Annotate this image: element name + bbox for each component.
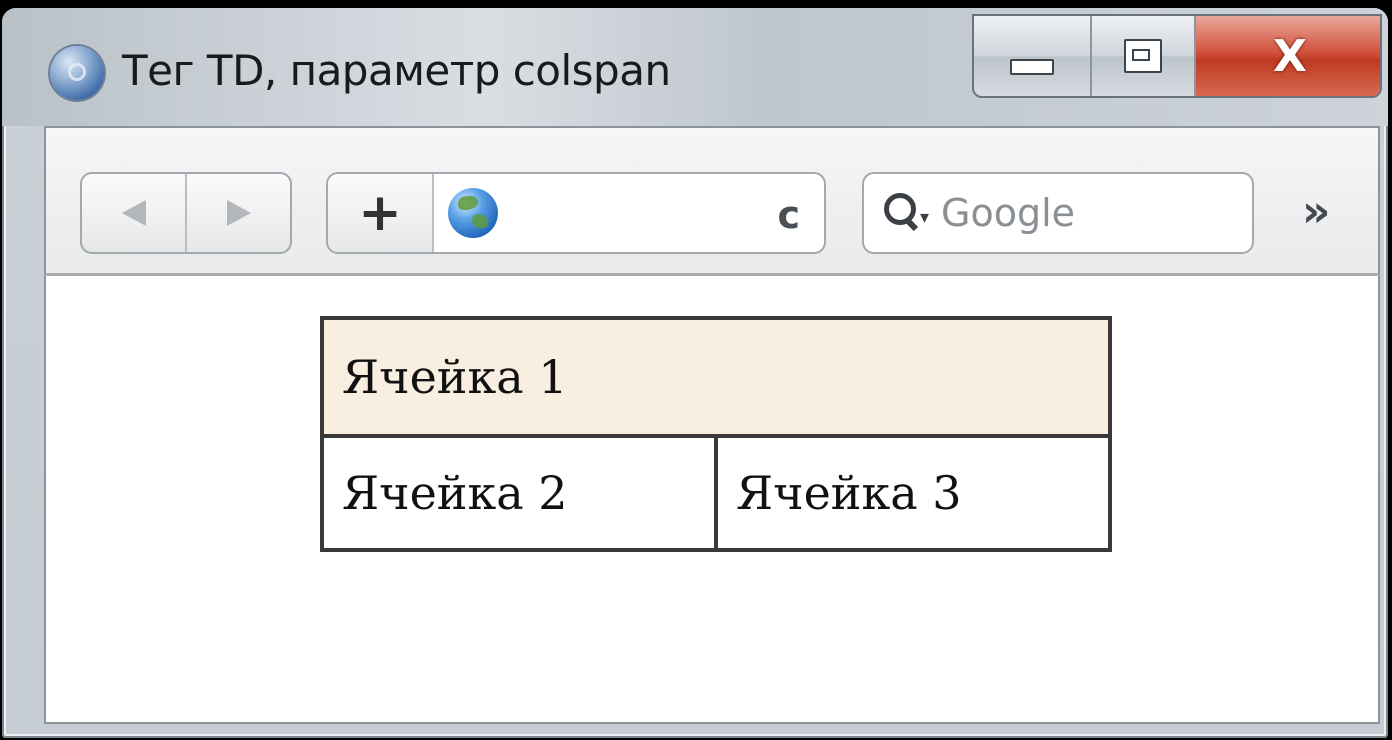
browser-window: Тег TD, параметр colspan X + c ▾ Google …: [2, 8, 1388, 738]
forward-arrow-icon: [226, 200, 251, 226]
url-field[interactable]: c: [434, 174, 824, 252]
table-row: Ячейка 2 Ячейка 3: [320, 434, 1112, 552]
safari-icon[interactable]: [50, 46, 104, 100]
table-cell-1: Ячейка 1: [320, 316, 1112, 438]
forward-button[interactable]: [185, 174, 290, 252]
maximize-button[interactable]: [1092, 16, 1196, 96]
window-title: Тег TD, параметр colspan: [122, 46, 671, 95]
close-button[interactable]: X: [1196, 16, 1380, 96]
title-bar[interactable]: Тег TD, параметр colspan X: [2, 8, 1388, 126]
globe-icon: [448, 188, 498, 238]
back-arrow-icon: [121, 200, 146, 226]
browser-toolbar: + c ▾ Google »: [44, 126, 1380, 276]
colspan-table: Ячейка 1 Ячейка 2 Ячейка 3: [320, 316, 1112, 552]
close-icon: X: [1273, 30, 1307, 82]
chevron-down-icon[interactable]: ▾: [920, 207, 929, 228]
window-controls: X: [972, 14, 1382, 98]
search-input[interactable]: ▾ Google: [862, 172, 1254, 254]
page-content: Ячейка 1 Ячейка 2 Ячейка 3: [44, 276, 1380, 724]
maximize-icon: [1124, 39, 1162, 73]
back-button[interactable]: [82, 174, 185, 252]
table-cell-3: Ячейка 3: [714, 434, 1112, 552]
table-row: Ячейка 1: [320, 316, 1112, 438]
address-bar: + c: [326, 172, 826, 254]
reload-icon[interactable]: c: [777, 196, 800, 234]
search-icon[interactable]: [884, 193, 918, 233]
minimize-icon: [1010, 59, 1054, 75]
table-cell-2: Ячейка 2: [320, 434, 718, 552]
overflow-menu-button[interactable]: »: [1302, 186, 1330, 237]
minimize-button[interactable]: [974, 16, 1092, 96]
add-bookmark-button[interactable]: +: [328, 174, 434, 252]
navigation-buttons: [80, 172, 292, 254]
search-placeholder: Google: [941, 191, 1076, 235]
